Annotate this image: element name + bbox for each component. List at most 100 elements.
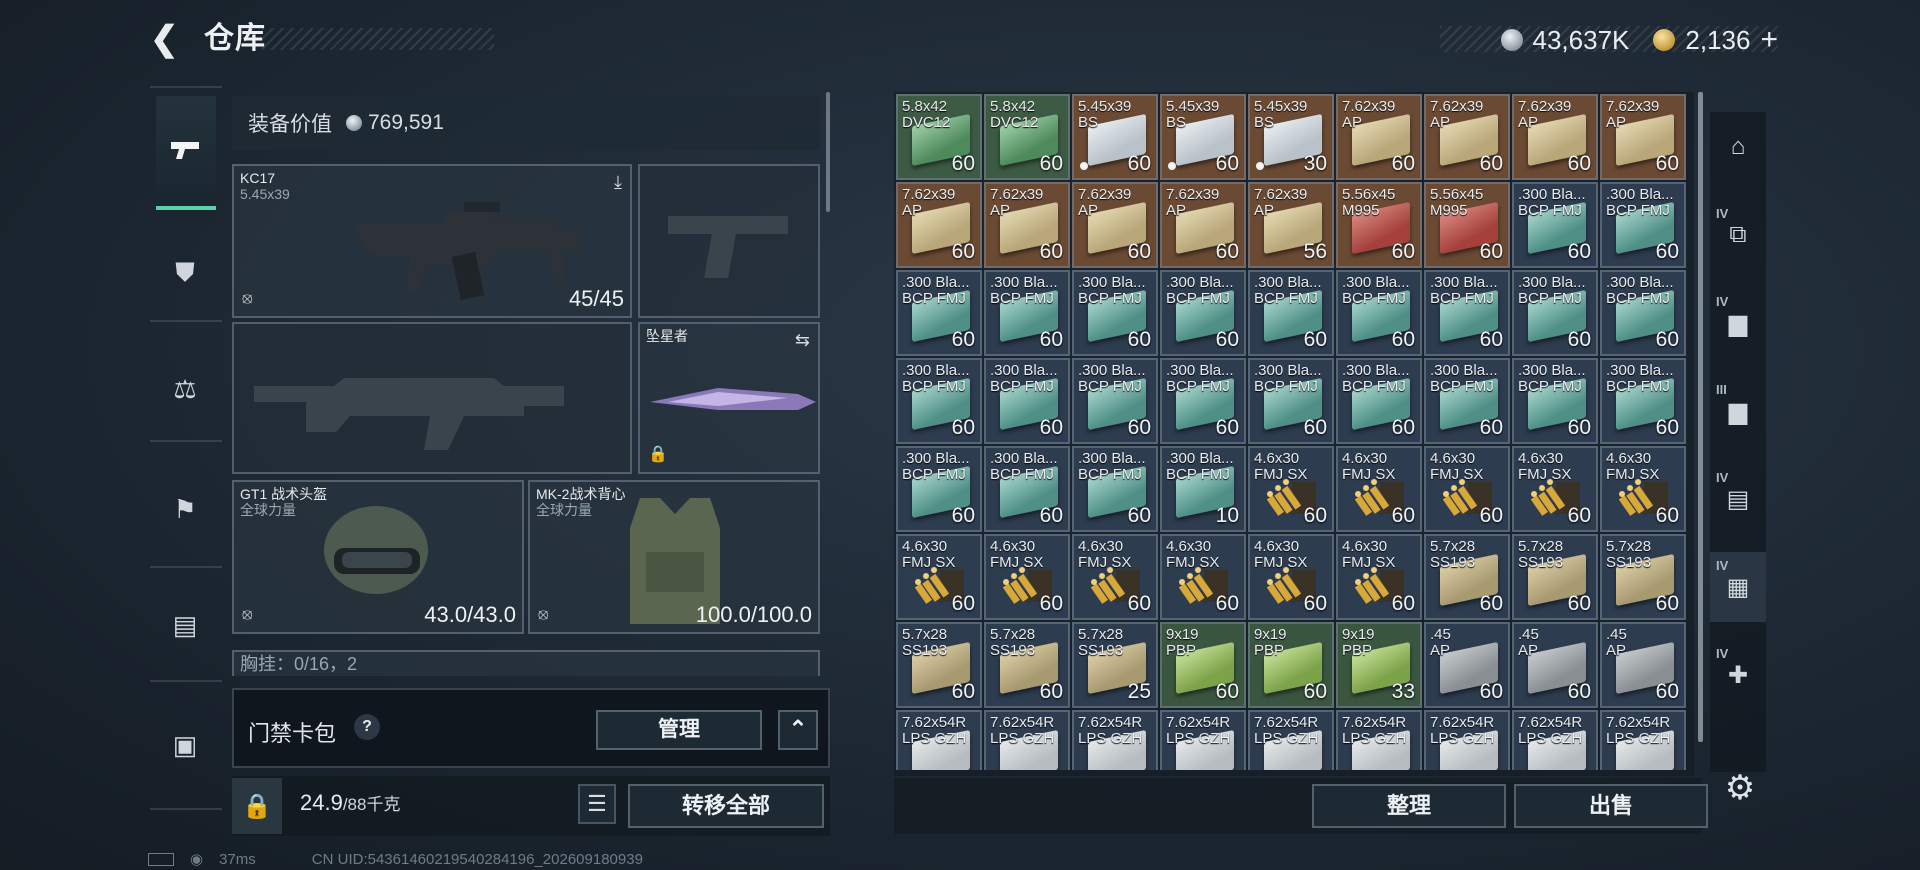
stash-item[interactable]: 9x19 PBP 33 — [1336, 622, 1422, 708]
stash-item[interactable]: .45 AP 60 — [1512, 622, 1598, 708]
add-currency-button[interactable]: + — [1760, 25, 1778, 55]
stash-item[interactable]: .300 Bla... BCP FMJ 60 — [1072, 446, 1158, 532]
stash-item[interactable]: 7.62x39 AP 60 — [896, 182, 982, 268]
help-icon[interactable]: ? — [354, 714, 380, 740]
stash-item[interactable]: 4.6x30 FMJ SX 60 — [1424, 446, 1510, 532]
stash-item[interactable]: 4.6x30 FMJ SX 60 — [1248, 446, 1334, 532]
stash-item[interactable]: 7.62x54R LPS GZH — [896, 710, 982, 770]
helmet-slot[interactable]: GT1 战术头盔 全球力量 ⦻ 43.0/43.0 — [232, 480, 524, 634]
stash-item[interactable]: 5.56x45 M995 60 — [1336, 182, 1422, 268]
chest-rig-slot[interactable]: 胸挂：0/16，2 — [232, 650, 820, 676]
equipment-scrollbar[interactable] — [826, 92, 830, 212]
stash-item[interactable]: 4.6x30 FMJ SX 60 — [1160, 534, 1246, 620]
stash-item[interactable]: 5.45x39 BS 60 — [1072, 94, 1158, 180]
stash-item[interactable]: 7.62x54R LPS GZH — [1248, 710, 1334, 770]
stash-item[interactable]: .300 Bla... BCP FMJ 60 — [1512, 182, 1598, 268]
collapse-button[interactable]: ⌃ — [778, 710, 818, 750]
stash-item[interactable]: 7.62x39 AP 60 — [1600, 94, 1686, 180]
stash-item[interactable]: .300 Bla... BCP FMJ 60 — [984, 270, 1070, 356]
stash-item[interactable]: 5.8x42 DVC12 60 — [984, 94, 1070, 180]
stash-item[interactable]: 5.7x28 SS193 60 — [896, 622, 982, 708]
stash-item[interactable]: 7.62x54R LPS GZH — [984, 710, 1070, 770]
stash-item[interactable]: 5.7x28 SS193 60 — [1600, 534, 1686, 620]
gear-icon[interactable]: ⚙ — [1720, 768, 1760, 808]
stash-item[interactable]: 5.45x39 BS 30 — [1248, 94, 1334, 180]
rail-item-medical[interactable]: ⚖ — [162, 366, 208, 412]
stash-item[interactable]: 5.45x39 BS 60 — [1160, 94, 1246, 180]
stash-item[interactable]: 7.62x39 AP 60 — [1160, 182, 1246, 268]
stash-item[interactable]: 7.62x39 AP 60 — [984, 182, 1070, 268]
stash-item[interactable]: .300 Bla... BCP FMJ 10 — [1160, 446, 1246, 532]
container-tab[interactable]: ⌂ — [1710, 112, 1766, 182]
stash-item[interactable]: .300 Bla... BCP FMJ 60 — [1512, 270, 1598, 356]
stash-item[interactable]: 4.6x30 FMJ SX 60 — [896, 534, 982, 620]
stash-item[interactable]: 5.7x28 SS193 60 — [984, 622, 1070, 708]
stash-item[interactable]: .300 Bla... BCP FMJ 60 — [1424, 270, 1510, 356]
stash-item[interactable]: .300 Bla... BCP FMJ 60 — [1512, 358, 1598, 444]
manage-button[interactable]: 管理 — [596, 710, 762, 750]
stash-item[interactable]: 9x19 PBP 60 — [1160, 622, 1246, 708]
container-tab[interactable]: IV ✚ — [1710, 640, 1766, 710]
rail-item-armor[interactable]: ⛊ — [162, 250, 208, 296]
stash-item[interactable]: 4.6x30 FMJ SX 60 — [1336, 446, 1422, 532]
vest-slot[interactable]: MK-2战术背心 全球力量 ⦻ 100.0/100.0 — [528, 480, 820, 634]
stash-item[interactable]: 7.62x54R LPS GZH — [1600, 710, 1686, 770]
stash-item[interactable]: .300 Bla... BCP FMJ 60 — [1160, 270, 1246, 356]
stash-item[interactable]: 7.62x54R LPS GZH — [1160, 710, 1246, 770]
stash-scrollbar[interactable] — [1698, 92, 1703, 742]
rail-item-storage[interactable]: ▤ — [162, 602, 208, 648]
download-icon[interactable]: ⤓ — [614, 172, 622, 193]
stash-item[interactable]: 4.6x30 FMJ SX 60 — [1248, 534, 1334, 620]
stash-item[interactable]: 4.6x30 FMJ SX 60 — [1072, 534, 1158, 620]
stash-item[interactable]: .300 Bla... BCP FMJ 60 — [1336, 358, 1422, 444]
container-tab[interactable]: IV ⧉ — [1710, 200, 1766, 270]
rail-item-case[interactable]: ▣ — [162, 722, 208, 768]
stash-item[interactable]: 9x19 PBP 60 — [1248, 622, 1334, 708]
secondary-weapon-slot[interactable] — [638, 164, 820, 318]
stash-item[interactable]: .300 Bla... BCP FMJ 60 — [984, 358, 1070, 444]
rail-item-backpack[interactable]: ⚑ — [162, 486, 208, 532]
stash-item[interactable]: .300 Bla... BCP FMJ 60 — [896, 358, 982, 444]
primary-weapon-slot[interactable]: KC17 5.45x39 ⤓ ⦻ 45/45 — [232, 164, 632, 318]
stash-item[interactable]: 5.7x28 SS193 25 — [1072, 622, 1158, 708]
transfer-all-button[interactable]: 转移全部 — [628, 784, 824, 828]
stash-item[interactable]: 5.7x28 SS193 60 — [1424, 534, 1510, 620]
stash-item[interactable]: 7.62x54R LPS GZH — [1336, 710, 1422, 770]
container-tab[interactable]: IV ▤ — [1710, 464, 1766, 534]
list-view-button[interactable]: ☰ — [578, 784, 616, 824]
stash-item[interactable]: .300 Bla... BCP FMJ 60 — [1072, 270, 1158, 356]
stash-item[interactable]: .300 Bla... BCP FMJ 60 — [1072, 358, 1158, 444]
stash-item[interactable]: 7.62x39 AP 60 — [1424, 94, 1510, 180]
stash-item[interactable]: 7.62x39 AP 60 — [1512, 94, 1598, 180]
secondary-primary-slot[interactable] — [232, 322, 632, 474]
stash-grid[interactable]: 5.8x42 DVC12 60 5.8x42 DVC12 60 5.45x39 BS 60 5.4… — [894, 92, 1694, 770]
organize-button[interactable]: 整理 — [1312, 784, 1506, 828]
stash-item[interactable]: 7.62x54R LPS GZH — [1424, 710, 1510, 770]
stash-item[interactable]: .300 Bla... BCP FMJ 60 — [1248, 358, 1334, 444]
stash-item[interactable]: 4.6x30 FMJ SX 60 — [1600, 446, 1686, 532]
stash-item[interactable]: 7.62x54R LPS GZH — [1512, 710, 1598, 770]
stash-item[interactable]: 7.62x39 AP 60 — [1336, 94, 1422, 180]
stash-item[interactable]: 7.62x39 AP 60 — [1072, 182, 1158, 268]
rail-item-weapons[interactable] — [156, 96, 216, 210]
stash-item[interactable]: .300 Bla... BCP FMJ 60 — [1336, 270, 1422, 356]
stash-item[interactable]: .300 Bla... BCP FMJ 60 — [1600, 270, 1686, 356]
stash-item[interactable]: 4.6x30 FMJ SX 60 — [1512, 446, 1598, 532]
sell-button[interactable]: 出售 — [1514, 784, 1708, 828]
stash-item[interactable]: .300 Bla... BCP FMJ 60 — [1248, 270, 1334, 356]
stash-item[interactable]: .45 AP 60 — [1424, 622, 1510, 708]
stash-item[interactable]: .300 Bla... BCP FMJ 60 — [1424, 358, 1510, 444]
stash-item[interactable]: .300 Bla... BCP FMJ 60 — [1160, 358, 1246, 444]
lock-button[interactable]: 🔒 — [232, 778, 282, 834]
melee-slot[interactable]: 坠星者 ⇆ 🔒 — [638, 322, 820, 474]
container-tab[interactable]: IV ▆ — [1710, 288, 1766, 358]
stash-item[interactable]: .300 Bla... BCP FMJ 60 — [1600, 358, 1686, 444]
stash-item[interactable]: .45 AP 60 — [1600, 622, 1686, 708]
stash-item[interactable]: .300 Bla... BCP FMJ 60 — [984, 446, 1070, 532]
stash-item[interactable]: 7.62x39 AP 56 — [1248, 182, 1334, 268]
stash-item[interactable]: 4.6x30 FMJ SX 60 — [1336, 534, 1422, 620]
container-tab[interactable]: IV ▦ — [1710, 552, 1766, 622]
swap-icon[interactable]: ⇆ — [795, 330, 810, 351]
stash-item[interactable]: .300 Bla... BCP FMJ 60 — [896, 270, 982, 356]
stash-item[interactable]: 4.6x30 FMJ SX 60 — [984, 534, 1070, 620]
